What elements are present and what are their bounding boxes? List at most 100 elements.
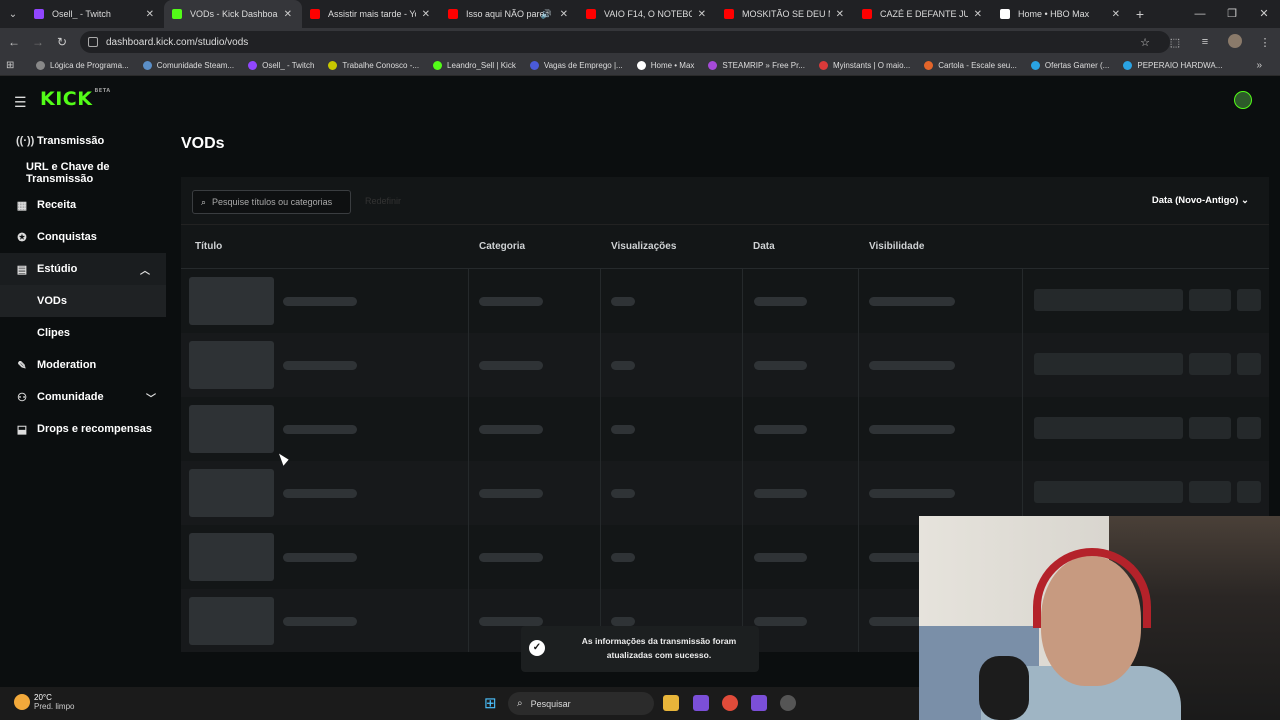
column-visibility[interactable]: Visibilidade [869,241,924,252]
browser-tab[interactable]: MOSKITÃO SE DEU MAL ✕ [716,0,854,28]
table-row[interactable] [181,397,1269,461]
column-title[interactable]: Título [195,241,222,252]
browser-tab[interactable]: Isso aqui NÃO parec 🔊 ✕ [440,0,578,28]
close-tab-icon[interactable]: ✕ [146,9,154,20]
browser-menu-icon[interactable]: ⋮ [1250,36,1280,49]
sidebar-item-transmissao[interactable]: ((·)) Transmissão [0,125,172,157]
bookmark-item[interactable]: Myinstants | O maio... [818,61,910,70]
table-row[interactable] [181,333,1269,397]
sidebar-item-receita[interactable]: ▦ Receita [0,189,172,221]
bookmark-item[interactable]: PEPERAIO HARDWA... [1123,61,1222,70]
close-tab-icon[interactable]: ✕ [560,9,568,20]
profile-avatar[interactable] [1220,33,1250,51]
sidebar-item-url-e-chave-de-transmissao[interactable]: URL e Chave de Transmissão [0,157,172,189]
browser-tab[interactable]: VODs - Kick Dashboard ✕ [164,0,302,28]
chevron-down-icon[interactable]: ﹀ [146,390,156,405]
user-avatar[interactable] [1234,91,1252,109]
date-skeleton [754,425,807,434]
chrome-icon[interactable] [722,695,738,711]
bookmark-label: Vagas de Emprego |... [543,61,623,70]
table-row[interactable] [181,269,1269,333]
tab-title: VAIO F14, O NOTEBOOK [604,9,692,19]
forward-icon[interactable]: → [26,35,50,49]
page-title: VODs [181,135,225,152]
column-date[interactable]: Data [753,241,775,252]
audio-playing-icon[interactable]: 🔊 [541,9,552,20]
file-explorer-icon[interactable] [663,695,679,711]
app-icon[interactable] [780,695,796,711]
search-input[interactable]: ⌕ Pesquise títulos ou categorias [192,190,351,214]
action-skeleton [1237,481,1261,503]
bookmark-item[interactable]: STEAMRIP » Free Pr... [708,61,805,70]
bookmark-item[interactable]: Lógica de Programa... [36,61,129,70]
bookmark-item[interactable]: Ofertas Gamer (... [1030,61,1109,70]
sidebar-item-clipes[interactable]: Clipes [0,317,172,349]
browser-tab[interactable]: Assistir mais tarde - YouT ✕ [302,0,440,28]
site-info-icon[interactable] [88,37,98,47]
success-toast: ✓ As informações da transmissão foram at… [521,626,759,672]
sidebar-item-estudio[interactable]: ▤ Estúdio ︿ [0,253,166,285]
app-icon[interactable] [693,695,709,711]
bookmark-item[interactable]: Osell_ - Twitch [248,61,314,70]
bookmark-star-icon[interactable]: ☆ [1130,36,1160,49]
media-control-icon[interactable]: ≡ [1190,36,1220,48]
close-tab-icon[interactable]: ✕ [1112,9,1120,20]
restore-icon[interactable]: ❐ [1216,0,1248,28]
close-tab-icon[interactable]: ✕ [422,9,430,20]
hamburger-menu-icon[interactable]: ☰ [14,94,28,111]
kick-logo[interactable]: KICK BETA [40,88,111,110]
close-tab-icon[interactable]: ✕ [698,9,706,20]
url-bar[interactable]: dashboard.kick.com/studio/vods [80,31,1170,53]
tab-title: Home • HBO Max [1018,9,1090,19]
close-window-icon[interactable]: ✕ [1248,0,1280,28]
bookmark-item[interactable]: Home • Max [636,61,694,70]
date-skeleton [754,489,807,498]
new-tab-button[interactable]: + [1130,6,1150,22]
column-divider [858,269,859,652]
browser-tab[interactable]: Home • HBO Max ✕ [992,0,1130,28]
bookmark-favicon-icon [818,61,828,70]
sidebar-item-moderation[interactable]: ✎ Moderation [0,349,172,381]
sort-dropdown[interactable]: Data (Novo-Antigo) ⌄ [1152,195,1249,206]
thumbnail-skeleton [189,405,274,453]
close-tab-icon[interactable]: ✕ [974,9,982,20]
browser-tab[interactable]: CAZÉ E DEFANTE JUNTOS ✕ [854,0,992,28]
column-category[interactable]: Categoria [479,241,525,252]
date-skeleton [754,553,807,562]
close-tab-icon[interactable]: ✕ [284,9,292,20]
taskbar-search[interactable]: ⌕ Pesquisar [508,692,654,715]
sidebar-item-drops-e-recompensas[interactable]: ⬓ Drops e recompensas [0,413,172,445]
bookmark-item[interactable]: Trabalhe Conosco -... [328,61,419,70]
weather-widget[interactable]: 20°C Pred. limpo [14,693,74,711]
minimize-icon[interactable]: — [1184,0,1216,28]
bookmark-item[interactable]: Leandro_Sell | Kick [433,61,516,70]
windows-start-icon[interactable]: ⊞ [484,696,500,712]
chevron-up-icon[interactable]: ︿ [140,262,150,277]
back-icon[interactable]: ← [2,35,26,49]
bookmark-item[interactable]: Comunidade Steam... [142,61,234,70]
reload-icon[interactable]: ↻ [50,35,74,49]
app-icon[interactable] [751,695,767,711]
extensions-icon[interactable]: ⬚ [1160,36,1190,49]
sidebar-item-comunidade[interactable]: ⚇ Comunidade ﹀ [0,381,172,413]
tab-favicon-icon [448,9,458,19]
browser-tab[interactable]: VAIO F14, O NOTEBOOK ✕ [578,0,716,28]
bookmark-favicon-icon [36,61,45,70]
browser-tab[interactable]: Osell_ - Twitch ✕ [26,0,164,28]
category-skeleton [479,553,543,562]
close-tab-icon[interactable]: ✕ [836,9,844,20]
bookmark-item[interactable]: Vagas de Emprego |... [529,61,623,70]
sidebar-item-vods[interactable]: VODs [0,285,166,317]
bookmark-item[interactable]: Cartola - Escale seu... [924,61,1017,70]
tab-search-icon[interactable]: ⌄ [0,0,26,28]
tab-favicon-icon [1000,9,1010,19]
reset-button[interactable]: Redefinir [365,196,401,206]
bookmark-favicon-icon [529,61,539,70]
sidebar-item-conquistas[interactable]: ✪ Conquistas [0,221,172,253]
column-views[interactable]: Visualizações [611,241,676,252]
apps-grid-icon[interactable]: ⊞ [6,60,26,71]
category-skeleton [479,617,543,626]
category-skeleton [479,489,543,498]
more-bookmarks-icon[interactable]: » [1256,60,1262,71]
table-header: Título Categoria Visualizações Data Visi… [181,225,1269,269]
